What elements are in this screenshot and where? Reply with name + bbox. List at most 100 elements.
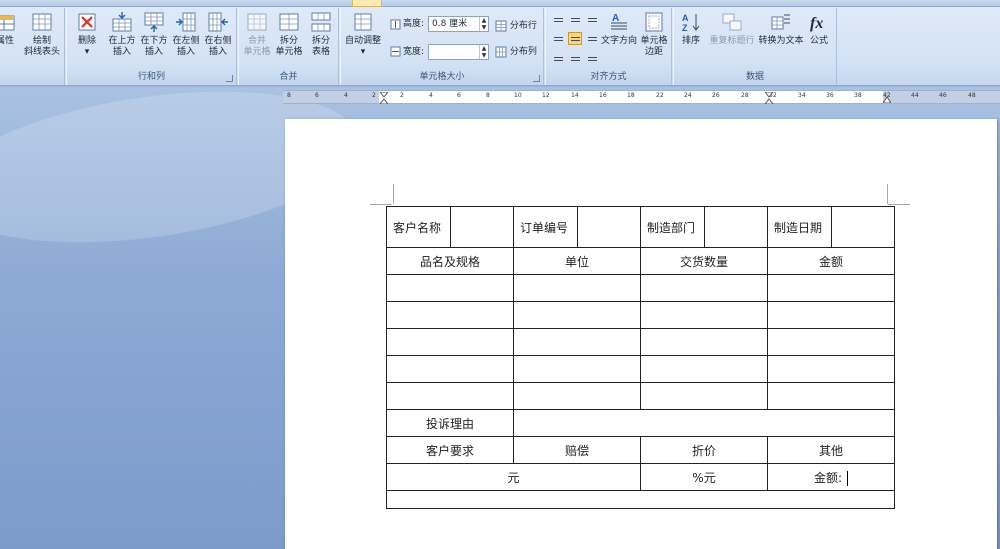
table-cell[interactable]: %元 <box>640 463 768 491</box>
svg-text:A: A <box>682 13 689 23</box>
align-top-left[interactable] <box>551 14 565 27</box>
complaint-reason-value[interactable] <box>513 409 895 437</box>
convert-to-text-button[interactable]: 转换为文本 <box>757 11 805 69</box>
table-cell[interactable] <box>767 355 895 383</box>
tab-layout[interactable] <box>352 0 382 7</box>
insert-above-button[interactable]: 在上方 插入 <box>105 11 139 69</box>
delete-dropdown-arrow[interactable]: ▾ <box>85 47 90 57</box>
distribute-rows-button[interactable]: 分布行 <box>495 19 537 35</box>
table-cell[interactable]: 制造部门 <box>640 206 705 248</box>
height-input[interactable]: 0.8 厘米 ▲ ▼ <box>428 16 489 32</box>
align-bottom-left[interactable] <box>551 50 565 63</box>
table-cell[interactable]: 制造日期 <box>767 206 832 248</box>
table-cell[interactable] <box>831 206 895 248</box>
table-cell[interactable] <box>450 206 514 248</box>
table-cell[interactable] <box>704 206 768 248</box>
amount-cell[interactable]: 金额: <box>767 463 895 491</box>
properties-label: 属性 <box>0 36 14 46</box>
complaint-reason-label[interactable]: 投诉理由 <box>386 409 514 437</box>
table-row: 投诉理由 <box>386 409 895 437</box>
repeat-header-rows-button[interactable]: 重复标题行 <box>707 11 757 69</box>
table-cell[interactable] <box>386 301 514 329</box>
table-cell[interactable] <box>513 274 641 302</box>
width-spinner[interactable]: ▲ ▼ <box>479 45 488 59</box>
distribute-cols-button[interactable]: 分布列 <box>495 45 537 61</box>
sort-button[interactable]: AZ 排序 <box>676 11 706 69</box>
indent-marker-left[interactable] <box>380 92 388 104</box>
table-cell[interactable]: 元 <box>386 463 641 491</box>
table-cell[interactable] <box>640 382 768 410</box>
width-input[interactable]: ▲ ▼ <box>428 44 489 60</box>
align-bottom-right[interactable] <box>585 50 599 63</box>
table-cell[interactable] <box>386 328 514 356</box>
text-direction-icon: A <box>611 13 627 30</box>
table-cell[interactable] <box>640 328 768 356</box>
table-cell[interactable]: 交货数量 <box>640 247 768 275</box>
indent-marker-right[interactable] <box>765 92 773 104</box>
group-rows-cols: 删除 ▾ 在上方 插入 在下方 插入 在左侧 插入 在右侧 插入 行和列 <box>66 8 237 85</box>
rows-cols-dialog-launcher[interactable] <box>226 75 233 82</box>
table-cell[interactable] <box>513 328 641 356</box>
merge-cells-line2: 单元格 <box>243 47 271 57</box>
table-cell[interactable]: 客户要求 <box>386 436 514 464</box>
horizontal-ruler[interactable]: 8 6 4 2 2 4 6 8 10 12 14 16 18 22 24 26 28 32 34 36 38 42 44 46… <box>283 90 1000 104</box>
right-indent-marker[interactable] <box>883 95 891 103</box>
svg-text:A: A <box>612 13 619 24</box>
ruler-number: 44 <box>911 92 919 99</box>
table-cell[interactable] <box>386 490 895 509</box>
split-cells-button[interactable]: 拆分 单元格 <box>272 11 306 69</box>
delete-button[interactable]: 删除 ▾ <box>69 11 105 69</box>
insert-right-button[interactable]: 在右侧 插入 <box>201 11 235 69</box>
insert-left-button[interactable]: 在左侧 插入 <box>169 11 203 69</box>
align-bottom-center[interactable] <box>568 50 582 63</box>
complaint-form-table[interactable]: 客户名称 订单编号 制造部门 制造日期 品名及规格 单位 交货数量 金额 投诉理… <box>386 206 895 509</box>
properties-button[interactable]: 属性 <box>0 11 22 69</box>
table-cell[interactable] <box>577 206 641 248</box>
table-cell[interactable] <box>767 328 895 356</box>
table-cell[interactable]: 折价 <box>640 436 768 464</box>
table-cell[interactable]: 金额 <box>767 247 895 275</box>
align-middle-left[interactable] <box>551 32 565 45</box>
align-middle-right[interactable] <box>585 32 599 45</box>
text-direction-button[interactable]: A 文字方向 <box>600 11 638 69</box>
document-page[interactable]: 客户名称 订单编号 制造部门 制造日期 品名及规格 单位 交货数量 金额 投诉理… <box>285 119 997 549</box>
table-cell[interactable] <box>640 301 768 329</box>
table-cell[interactable]: 赔偿 <box>513 436 641 464</box>
table-cell[interactable] <box>767 382 895 410</box>
autofit-button[interactable]: 自动调整 ▾ <box>343 11 383 69</box>
table-cell[interactable] <box>386 382 514 410</box>
table-cell[interactable]: 客户名称 <box>386 206 451 248</box>
align-middle-center[interactable] <box>568 32 582 45</box>
table-cell[interactable]: 品名及规格 <box>386 247 514 275</box>
cell-margins-button[interactable]: 单元格 边距 <box>636 11 672 69</box>
table-cell[interactable] <box>767 274 895 302</box>
formula-button[interactable]: fx 公式 <box>804 11 834 69</box>
draw-diagonal-header-button[interactable]: 绘制 斜线表头 <box>22 11 62 69</box>
group-table: 属性 绘制 斜线表头 <box>0 8 65 85</box>
table-cell[interactable] <box>640 355 768 383</box>
group-alignment: A 文字方向 单元格 边距 对齐方式 <box>545 8 672 85</box>
insert-below-button[interactable]: 在下方 插入 <box>137 11 171 69</box>
table-cell[interactable] <box>513 355 641 383</box>
split-table-button[interactable]: 拆分 表格 <box>304 11 338 69</box>
table-cell[interactable] <box>767 301 895 329</box>
table-row: 元 %元 金额: <box>386 463 895 491</box>
align-top-center[interactable] <box>568 14 582 27</box>
table-cell[interactable] <box>513 382 641 410</box>
split-cells-line2: 单元格 <box>275 47 303 57</box>
table-cell[interactable] <box>386 274 514 302</box>
merge-cells-button[interactable]: 合并 单元格 <box>240 11 274 69</box>
table-cell[interactable]: 单位 <box>513 247 641 275</box>
sort-az-icon: AZ <box>682 13 700 33</box>
align-top-right[interactable] <box>585 14 599 27</box>
table-cell[interactable]: 其他 <box>767 436 895 464</box>
table-cell[interactable] <box>386 355 514 383</box>
formula-label: 公式 <box>809 36 828 46</box>
table-cell[interactable] <box>640 274 768 302</box>
ruler-number: 10 <box>514 92 522 99</box>
autofit-dropdown-arrow[interactable]: ▾ <box>361 47 366 57</box>
table-cell[interactable] <box>513 301 641 329</box>
table-cell[interactable]: 订单编号 <box>513 206 578 248</box>
cell-size-dialog-launcher[interactable] <box>533 75 540 82</box>
height-spinner[interactable]: ▲ ▼ <box>479 17 488 31</box>
